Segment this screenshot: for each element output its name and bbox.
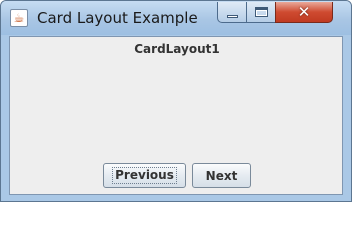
close-button[interactable]: ✕ xyxy=(275,2,333,23)
app-window: ☕ Card Layout Example ✕ CardLayout1 Prev… xyxy=(0,0,352,202)
title-bar[interactable]: ☕ Card Layout Example ✕ xyxy=(1,1,351,35)
card-label: CardLayout1 xyxy=(134,42,220,56)
maximize-icon xyxy=(254,7,268,17)
minimize-button[interactable] xyxy=(217,2,247,23)
minimize-icon xyxy=(226,14,238,18)
card-panel: CardLayout1 Previous Next xyxy=(9,36,343,195)
next-button[interactable]: Next xyxy=(192,163,251,188)
previous-button[interactable]: Previous xyxy=(103,163,186,188)
next-button-label: Next xyxy=(205,168,238,183)
close-icon: ✕ xyxy=(297,2,311,21)
maximize-button[interactable] xyxy=(246,2,276,23)
previous-button-label: Previous xyxy=(112,167,177,184)
java-cup-icon[interactable]: ☕ xyxy=(10,9,28,27)
window-title: Card Layout Example xyxy=(37,9,198,27)
